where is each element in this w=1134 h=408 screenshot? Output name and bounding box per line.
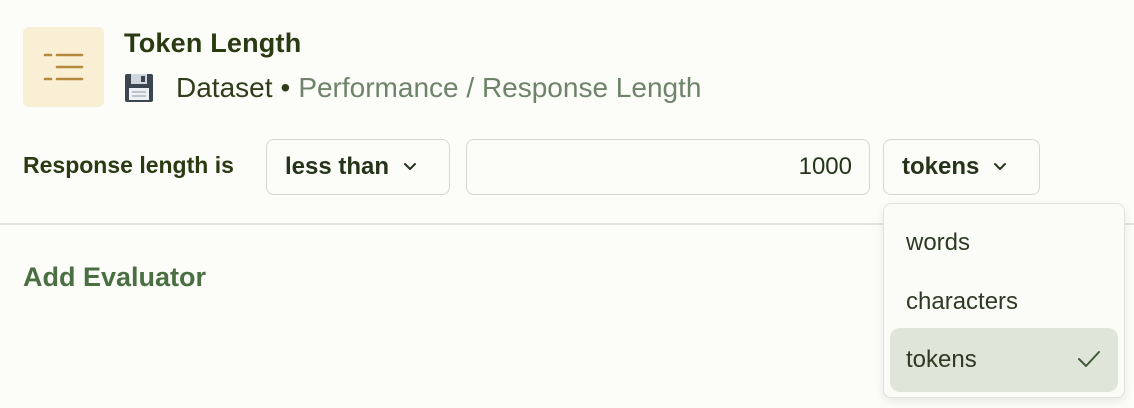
add-evaluator-button[interactable]: Add Evaluator: [23, 262, 206, 293]
unit-option-tokens-label: tokens: [906, 346, 977, 373]
evaluator-panel: Token Length Dataset • Performance / Res…: [0, 0, 1134, 408]
evaluator-subtitle: Dataset • Performance / Response Length: [124, 70, 701, 106]
operator-value: less than: [285, 153, 390, 180]
operator-select[interactable]: less than: [266, 139, 450, 195]
dataset-source: Dataset: [176, 72, 273, 103]
unit-value: tokens: [902, 153, 980, 180]
chevron-down-icon: [404, 163, 417, 170]
unit-option-tokens[interactable]: tokens: [890, 328, 1118, 392]
length-value-input[interactable]: 1000: [466, 139, 870, 195]
unit-select[interactable]: tokens: [883, 139, 1040, 195]
evaluator-icon-tile: [23, 27, 104, 107]
chevron-down-icon: [994, 163, 1007, 170]
checkmark-icon: [1078, 351, 1100, 367]
unit-option-words[interactable]: words: [890, 212, 1118, 274]
condition-label: Response length is: [23, 152, 234, 178]
evaluator-title: Token Length: [124, 28, 302, 58]
unit-dropdown-menu: words characters tokens: [883, 203, 1125, 398]
bullet-separator: •: [280, 72, 291, 103]
floppy-disk-icon: [125, 74, 153, 102]
unit-option-characters[interactable]: characters: [890, 271, 1118, 333]
length-value: 1000: [798, 153, 852, 180]
dataset-path: Performance / Response Length: [298, 72, 702, 103]
list-lines-icon: [43, 53, 83, 81]
